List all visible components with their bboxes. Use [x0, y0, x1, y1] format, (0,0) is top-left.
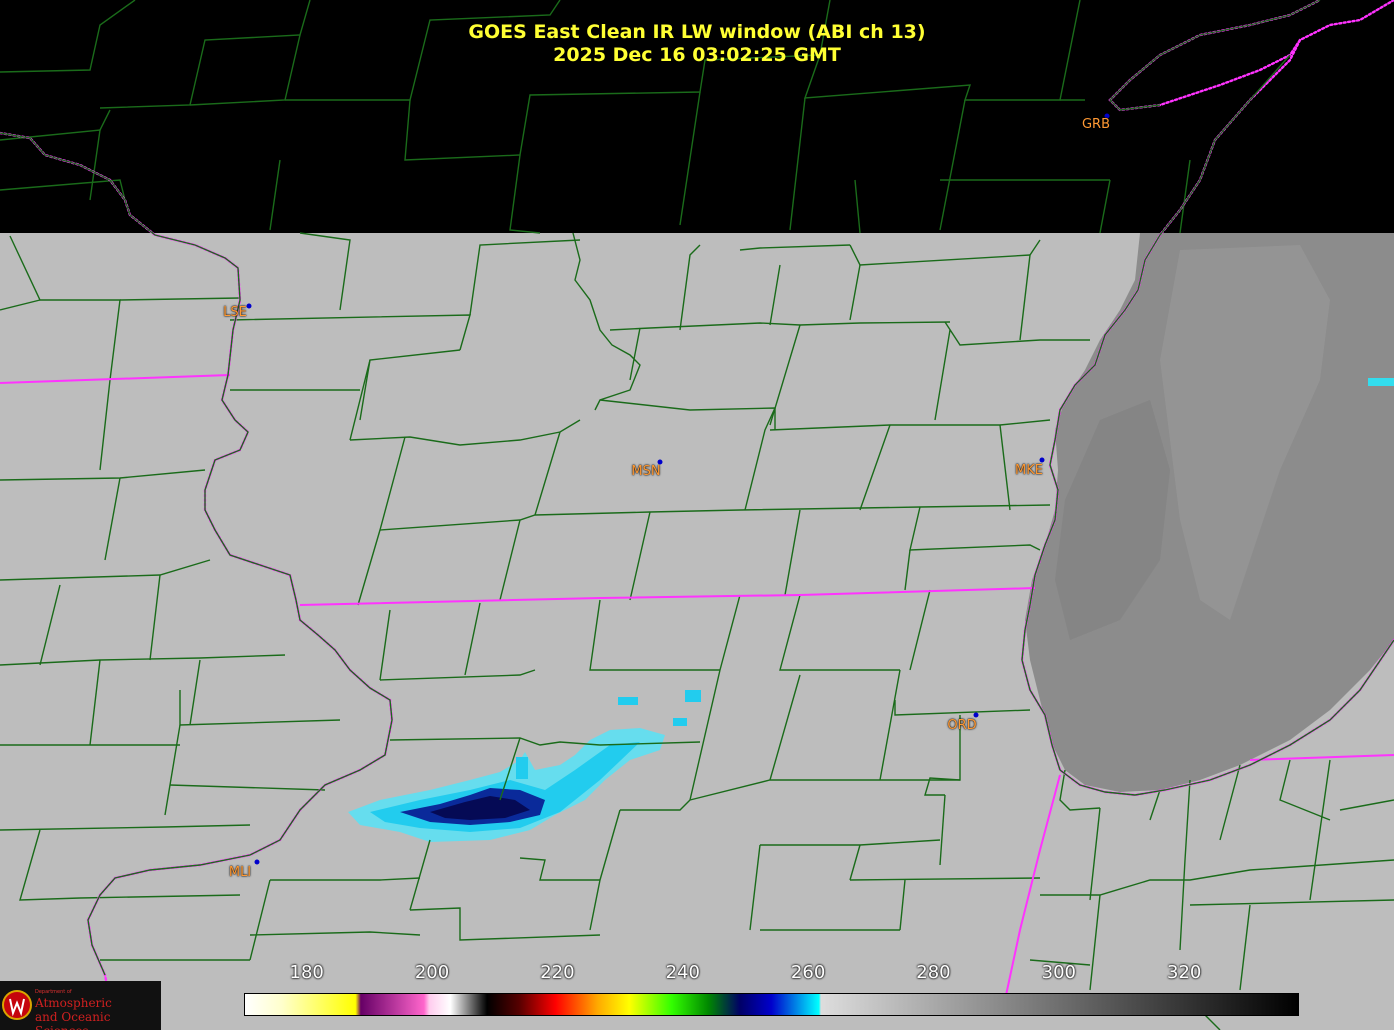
- colorbar-tick-label: 280: [916, 962, 951, 983]
- station-dot-mke: [1039, 457, 1045, 463]
- colorbar-tick-label: 300: [1041, 962, 1076, 983]
- aos-logo: Department of Atmospheric and Oceanic Sc…: [0, 981, 161, 1030]
- logo-line2: and Oceanic Sciences: [35, 1010, 111, 1030]
- station-label-ord: ORD: [947, 718, 977, 733]
- station-label-mke: MKE: [1015, 463, 1043, 478]
- satellite-map-view: GOES East Clean IR LW window (ABI ch 13)…: [0, 0, 1394, 1030]
- satellite-image: [0, 0, 1394, 1030]
- colorbar-tick-label: 240: [665, 962, 700, 983]
- uw-crest-icon: [2, 990, 32, 1020]
- colorbar-tick-label: 180: [289, 962, 324, 983]
- logo-dept-text: Department of: [35, 989, 72, 995]
- logo-line1: Atmospheric: [35, 996, 112, 1010]
- colorbar-tick-label: 220: [540, 962, 575, 983]
- colorbar-tick-label: 320: [1166, 962, 1202, 983]
- station-label-grb: GRB: [1081, 117, 1111, 132]
- station-label-mli: MLI: [228, 865, 252, 880]
- colorbar-tick-label: 260: [790, 962, 826, 983]
- station-dot-mli: [254, 859, 260, 865]
- image-title: GOES East Clean IR LW window (ABI ch 13): [468, 21, 926, 43]
- lake-cold-pixel: [1368, 378, 1394, 386]
- colorbar-tick-label: 200: [414, 962, 450, 983]
- image-timestamp: 2025 Dec 16 03:02:25 GMT: [553, 44, 841, 66]
- station-dot-lse: [246, 303, 252, 309]
- colorbar: [244, 993, 1299, 1016]
- station-dot-ord: [973, 712, 979, 718]
- station-label-lse: LSE: [223, 305, 247, 320]
- station-label-msn: MSN: [631, 464, 661, 479]
